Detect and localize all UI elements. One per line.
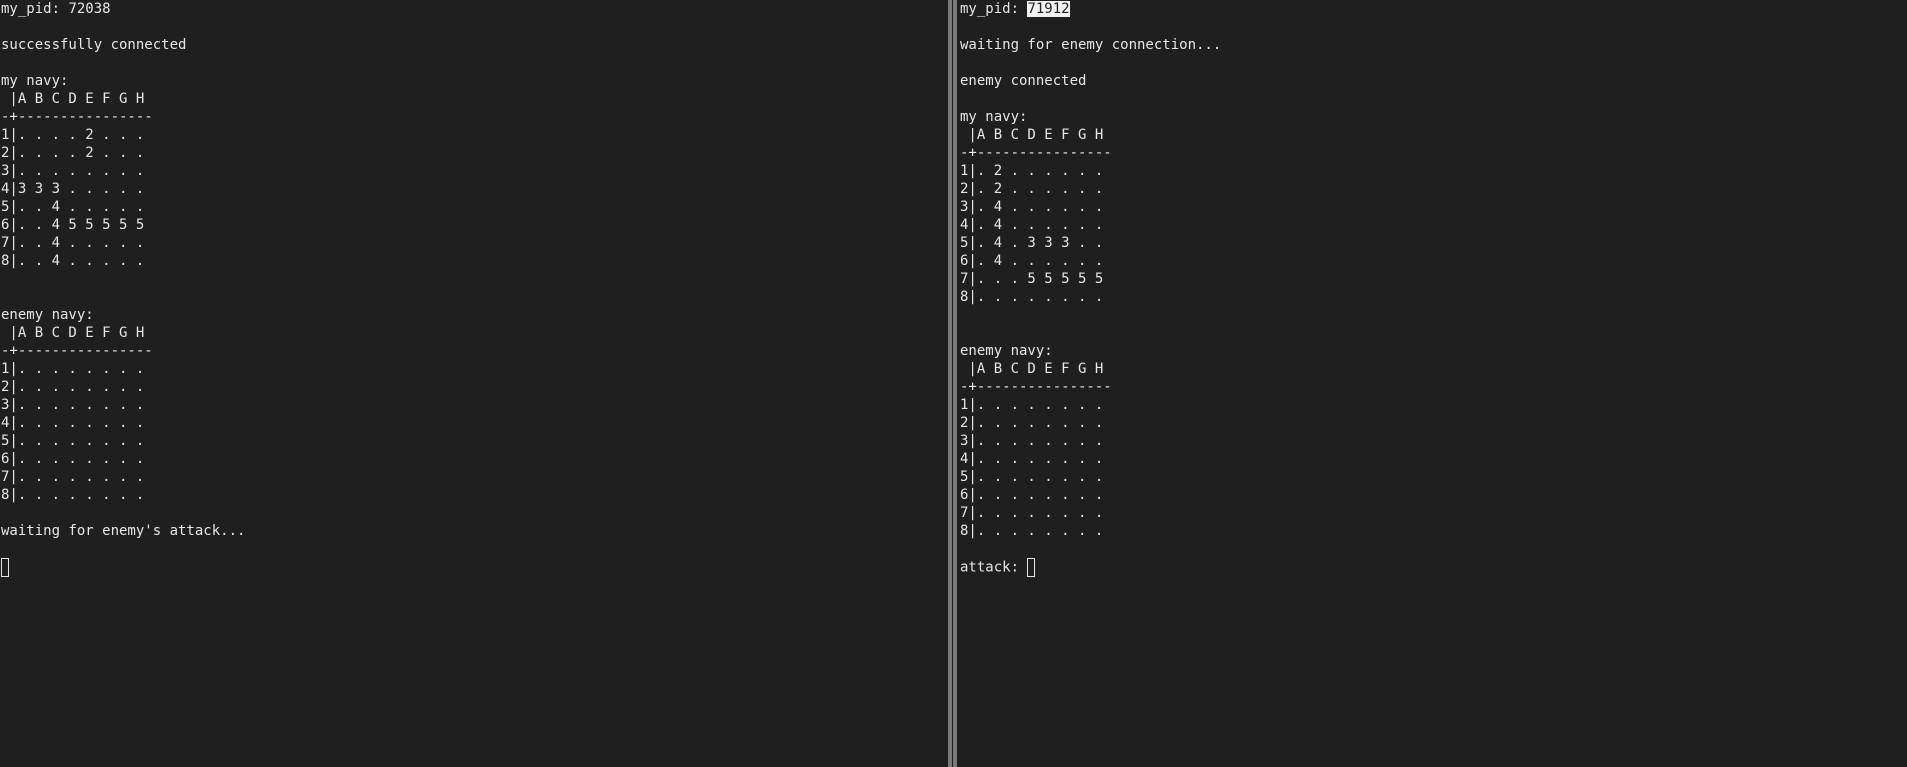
grid-row: 5|. 4 . 3 3 3 . .	[960, 235, 1104, 251]
grid-row: 4|. . . . . . . .	[960, 451, 1104, 467]
grid-row: 7|. . 4 . . . . .	[1, 235, 145, 251]
attack-prompt: attack:	[960, 559, 1028, 576]
terminal-cursor[interactable]	[1027, 558, 1036, 577]
pid-value-selected[interactable]: 71912	[1027, 1, 1070, 17]
my-navy-grid: |A B C D E F G H -+---------------- 1|. …	[1, 90, 947, 270]
pid-label: my_pid:	[960, 1, 1028, 17]
grid-row: 3|. 4 . . . . . .	[960, 199, 1104, 215]
grid-row: -+----------------	[960, 379, 1112, 395]
enemy-navy-grid: |A B C D E F G H -+---------------- 1|. …	[1, 324, 947, 504]
grid-row: 8|. . . . . . . .	[1, 487, 145, 503]
grid-row: 6|. . . . . . . .	[960, 487, 1104, 503]
grid-row: |A B C D E F G H	[960, 361, 1104, 377]
terminal-pane-right[interactable]: my_pid: 71912 waiting for enemy connecti…	[959, 0, 1907, 767]
waiting-connection-status: waiting for enemy connection...	[960, 37, 1222, 53]
my-navy-grid: |A B C D E F G H -+---------------- 1|. …	[960, 126, 1907, 306]
connection-status: successfully connected	[1, 37, 187, 53]
waiting-attack-status: waiting for enemy's attack...	[1, 523, 246, 539]
grid-row: |A B C D E F G H	[1, 325, 145, 341]
enemy-navy-label: enemy navy:	[960, 343, 1053, 359]
grid-row: 3|. . . . . . . .	[1, 397, 145, 413]
grid-row: -+----------------	[1, 109, 153, 125]
grid-row: 4|. 4 . . . . . .	[960, 217, 1104, 233]
grid-row: 1|. . . . 2 . . .	[1, 127, 145, 143]
terminal-pane-left[interactable]: my_pid: 72038 successfully connected my …	[0, 0, 947, 767]
grid-row: 5|. . 4 . . . . .	[1, 199, 145, 215]
divider-bar-right	[953, 0, 957, 767]
pid-line: my_pid: 71912	[960, 0, 1907, 18]
grid-row: 2|. . . . 2 . . .	[1, 145, 145, 161]
my-navy-label: my navy:	[1, 73, 69, 89]
grid-row: 7|. . . . . . . .	[960, 505, 1104, 521]
grid-row: 1|. . . . . . . .	[1, 361, 145, 377]
grid-row: 6|. 4 . . . . . .	[960, 253, 1104, 269]
grid-row: |A B C D E F G H	[1, 91, 145, 107]
pid-line: my_pid: 72038	[1, 0, 947, 18]
grid-row: 5|. . . . . . . .	[1, 433, 145, 449]
grid-row: 3|. . . . . . . .	[960, 433, 1104, 449]
grid-row: 8|. . 4 . . . . .	[1, 253, 145, 269]
my-navy-label: my navy:	[960, 109, 1028, 125]
grid-row: 6|. . . . . . . .	[1, 451, 145, 467]
grid-row: 8|. . . . . . . .	[960, 289, 1104, 305]
terminal-cursor[interactable]	[1, 558, 9, 577]
grid-row: 7|. . . 5 5 5 5 5	[960, 271, 1104, 287]
grid-row: 4|. . . . . . . .	[1, 415, 145, 431]
grid-row: 1|. . . . . . . .	[960, 397, 1104, 413]
grid-row: 7|. . . . . . . .	[1, 469, 145, 485]
grid-row: 5|. . . . . . . .	[960, 469, 1104, 485]
grid-row: 2|. . . . . . . .	[1, 379, 145, 395]
grid-row: 2|. 2 . . . . . .	[960, 181, 1104, 197]
enemy-navy-label: enemy navy:	[1, 307, 94, 323]
grid-row: -+----------------	[1, 343, 153, 359]
grid-row: 1|. 2 . . . . . .	[960, 163, 1104, 179]
enemy-navy-grid: |A B C D E F G H -+---------------- 1|. …	[960, 360, 1907, 540]
grid-row: 3|. . . . . . . .	[1, 163, 145, 179]
grid-row: 8|. . . . . . . .	[960, 523, 1104, 539]
grid-row: 2|. . . . . . . .	[960, 415, 1104, 431]
input-line[interactable]	[1, 558, 947, 577]
grid-row: 4|3 3 3 . . . . .	[1, 181, 145, 197]
pane-divider[interactable]	[947, 0, 959, 767]
grid-row: |A B C D E F G H	[960, 127, 1104, 143]
attack-input-line[interactable]: attack:	[960, 558, 1907, 577]
enemy-connected-status: enemy connected	[960, 73, 1087, 89]
grid-row: -+----------------	[960, 145, 1112, 161]
pid-value: 72038	[68, 1, 111, 17]
divider-bar-left	[948, 0, 952, 767]
pid-label: my_pid:	[1, 1, 69, 17]
grid-row: 6|. . 4 5 5 5 5 5	[1, 217, 145, 233]
